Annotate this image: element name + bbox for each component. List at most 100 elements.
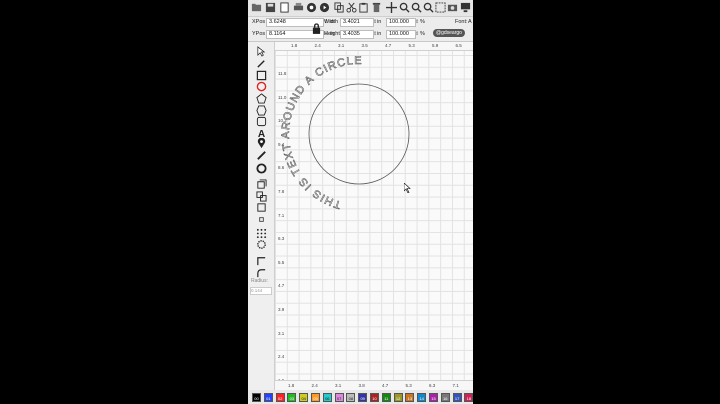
round-corner-icon[interactable] bbox=[256, 267, 267, 278]
hexagon-icon[interactable] bbox=[256, 105, 267, 116]
svg-text:A: A bbox=[258, 129, 266, 138]
print-icon[interactable] bbox=[293, 2, 304, 13]
bottom-ruler-label: 3.1 bbox=[335, 383, 342, 388]
scale-x-field[interactable]: 100.000 bbox=[386, 18, 416, 27]
ellipse-icon[interactable] bbox=[256, 81, 267, 92]
circle-shape[interactable] bbox=[308, 83, 410, 185]
polygon-icon[interactable] bbox=[256, 93, 267, 104]
bottom-ruler-label: 4.7 bbox=[382, 383, 389, 388]
color-swatch[interactable]: 07 bbox=[334, 393, 344, 402]
color-swatch[interactable]: 08 bbox=[346, 393, 356, 402]
monitor-icon[interactable] bbox=[460, 2, 471, 13]
color-swatch[interactable]: 03 bbox=[287, 393, 297, 402]
color-swatch[interactable]: 15 bbox=[429, 393, 438, 402]
color-swatch[interactable]: 09 bbox=[358, 393, 368, 402]
color-swatch[interactable]: 18 bbox=[464, 393, 473, 402]
height-unit: in bbox=[377, 31, 382, 37]
text-icon[interactable]: A bbox=[256, 127, 267, 138]
group-icon[interactable] bbox=[256, 191, 267, 202]
color-swatch[interactable]: 00 bbox=[252, 393, 261, 402]
left-ruler-label: 8.6 bbox=[278, 165, 285, 171]
top-ruler-label: 3.5 bbox=[361, 43, 368, 48]
color-swatch[interactable]: 13 bbox=[405, 393, 415, 402]
cut-icon[interactable] bbox=[346, 2, 357, 13]
circle-text-art[interactable]: THIS IS TEXT AROUND A CIRCLE bbox=[275, 51, 473, 380]
pointer-icon[interactable] bbox=[256, 46, 267, 57]
lock-icon[interactable] bbox=[312, 23, 321, 34]
left-ruler-label: 2.4 bbox=[278, 354, 285, 360]
camera-icon[interactable] bbox=[447, 2, 458, 13]
map-pin-icon[interactable] bbox=[256, 138, 267, 149]
left-ruler-label: 7.1 bbox=[278, 212, 285, 218]
bottom-ruler-label: 5.3 bbox=[405, 383, 412, 388]
color-swatch[interactable]: 05 bbox=[311, 393, 320, 402]
height-field[interactable]: 3.4035 bbox=[340, 30, 374, 39]
scale-y-percent: % bbox=[420, 31, 425, 37]
paste-icon[interactable] bbox=[358, 2, 369, 13]
left-ruler-label: 6.3 bbox=[278, 236, 285, 242]
zoom-in-icon[interactable] bbox=[399, 2, 410, 13]
color-swatch[interactable]: 10 bbox=[370, 393, 379, 402]
radius-field[interactable]: 0.144 bbox=[250, 287, 272, 295]
ypos-label: YPos bbox=[252, 31, 266, 37]
color-swatch[interactable]: 11 bbox=[381, 393, 391, 402]
width-unit: in bbox=[377, 19, 382, 25]
width-field[interactable]: 3.4021 bbox=[340, 18, 374, 27]
bottom-ruler-label: 1.8 bbox=[288, 383, 295, 388]
zoom-fit-icon[interactable] bbox=[423, 2, 434, 13]
scale-x-percent: % bbox=[420, 19, 425, 25]
bottom-ruler-label: 7.1 bbox=[452, 383, 459, 388]
grid-dots-icon[interactable] bbox=[256, 228, 267, 239]
color-swatch[interactable]: 06 bbox=[322, 393, 332, 402]
gear-icon[interactable] bbox=[256, 239, 267, 250]
app-window: XPos 3.6248 ⇕ in YPos 8.1164 ⇕ in Width … bbox=[248, 0, 473, 404]
color-swatch[interactable]: 04 bbox=[299, 393, 309, 402]
save-icon[interactable] bbox=[265, 2, 276, 13]
offset-icon[interactable] bbox=[256, 202, 267, 213]
left-ruler-label: 11.8 bbox=[278, 71, 287, 76]
corner-icon[interactable] bbox=[256, 255, 267, 266]
left-ruler-label: 3.1 bbox=[278, 330, 285, 336]
font-value[interactable]: A bbox=[468, 19, 472, 25]
scale-x-stepper[interactable]: ⇕ bbox=[415, 19, 419, 25]
color-swatch[interactable]: 02 bbox=[275, 393, 285, 402]
record-icon[interactable] bbox=[306, 2, 317, 13]
username-badge: @gdseargo bbox=[433, 29, 465, 37]
copy-icon[interactable] bbox=[334, 2, 345, 13]
tool-palette: A Radius: 0.144 bbox=[248, 42, 275, 404]
circle-text[interactable]: THIS IS TEXT AROUND A CIRCLE bbox=[280, 55, 363, 211]
left-ruler-label: 5.5 bbox=[278, 259, 285, 265]
top-ruler-label: 6.5 bbox=[455, 43, 462, 48]
zoom-out-icon[interactable] bbox=[411, 2, 422, 13]
shadow-icon[interactable] bbox=[256, 179, 267, 190]
color-swatch[interactable]: 16 bbox=[440, 393, 450, 402]
bottom-ruler-label: 2.4 bbox=[311, 383, 318, 388]
top-ruler-label: 4.7 bbox=[385, 43, 392, 48]
scale-y-stepper[interactable]: ⇕ bbox=[415, 31, 419, 37]
small-square-icon[interactable] bbox=[256, 214, 267, 225]
move-icon[interactable] bbox=[386, 2, 397, 13]
mouse-cursor-icon bbox=[404, 183, 411, 193]
color-swatch[interactable]: 14 bbox=[417, 393, 427, 402]
color-swatch[interactable]: 17 bbox=[452, 393, 462, 402]
rectangle-icon[interactable] bbox=[256, 70, 267, 81]
left-ruler-label: 9.4 bbox=[278, 141, 285, 147]
color-swatch[interactable]: 12 bbox=[393, 393, 403, 402]
rounded-rect-icon[interactable] bbox=[256, 116, 267, 127]
radius-label: Radius: bbox=[251, 278, 268, 284]
select-icon[interactable] bbox=[435, 2, 446, 13]
drawing-canvas[interactable]: THIS IS TEXT AROUND A CIRCLE 11.8 11.0 10.… bbox=[275, 51, 473, 404]
trash-icon[interactable] bbox=[371, 2, 382, 13]
scale-y-field[interactable]: 100.000 bbox=[386, 30, 416, 39]
top-ruler-label: 5.3 bbox=[408, 43, 415, 48]
knife-icon[interactable] bbox=[256, 150, 267, 161]
play-icon[interactable] bbox=[319, 2, 330, 13]
open-file-icon[interactable] bbox=[251, 2, 262, 13]
top-ruler-label: 3.1 bbox=[338, 43, 345, 48]
pen-icon[interactable] bbox=[256, 58, 267, 69]
height-label: Height bbox=[324, 31, 340, 37]
new-page-icon[interactable] bbox=[279, 2, 290, 13]
color-swatch[interactable]: 01 bbox=[263, 393, 273, 402]
left-ruler-label: 7.8 bbox=[278, 189, 285, 194]
weld-icon[interactable] bbox=[256, 163, 267, 174]
